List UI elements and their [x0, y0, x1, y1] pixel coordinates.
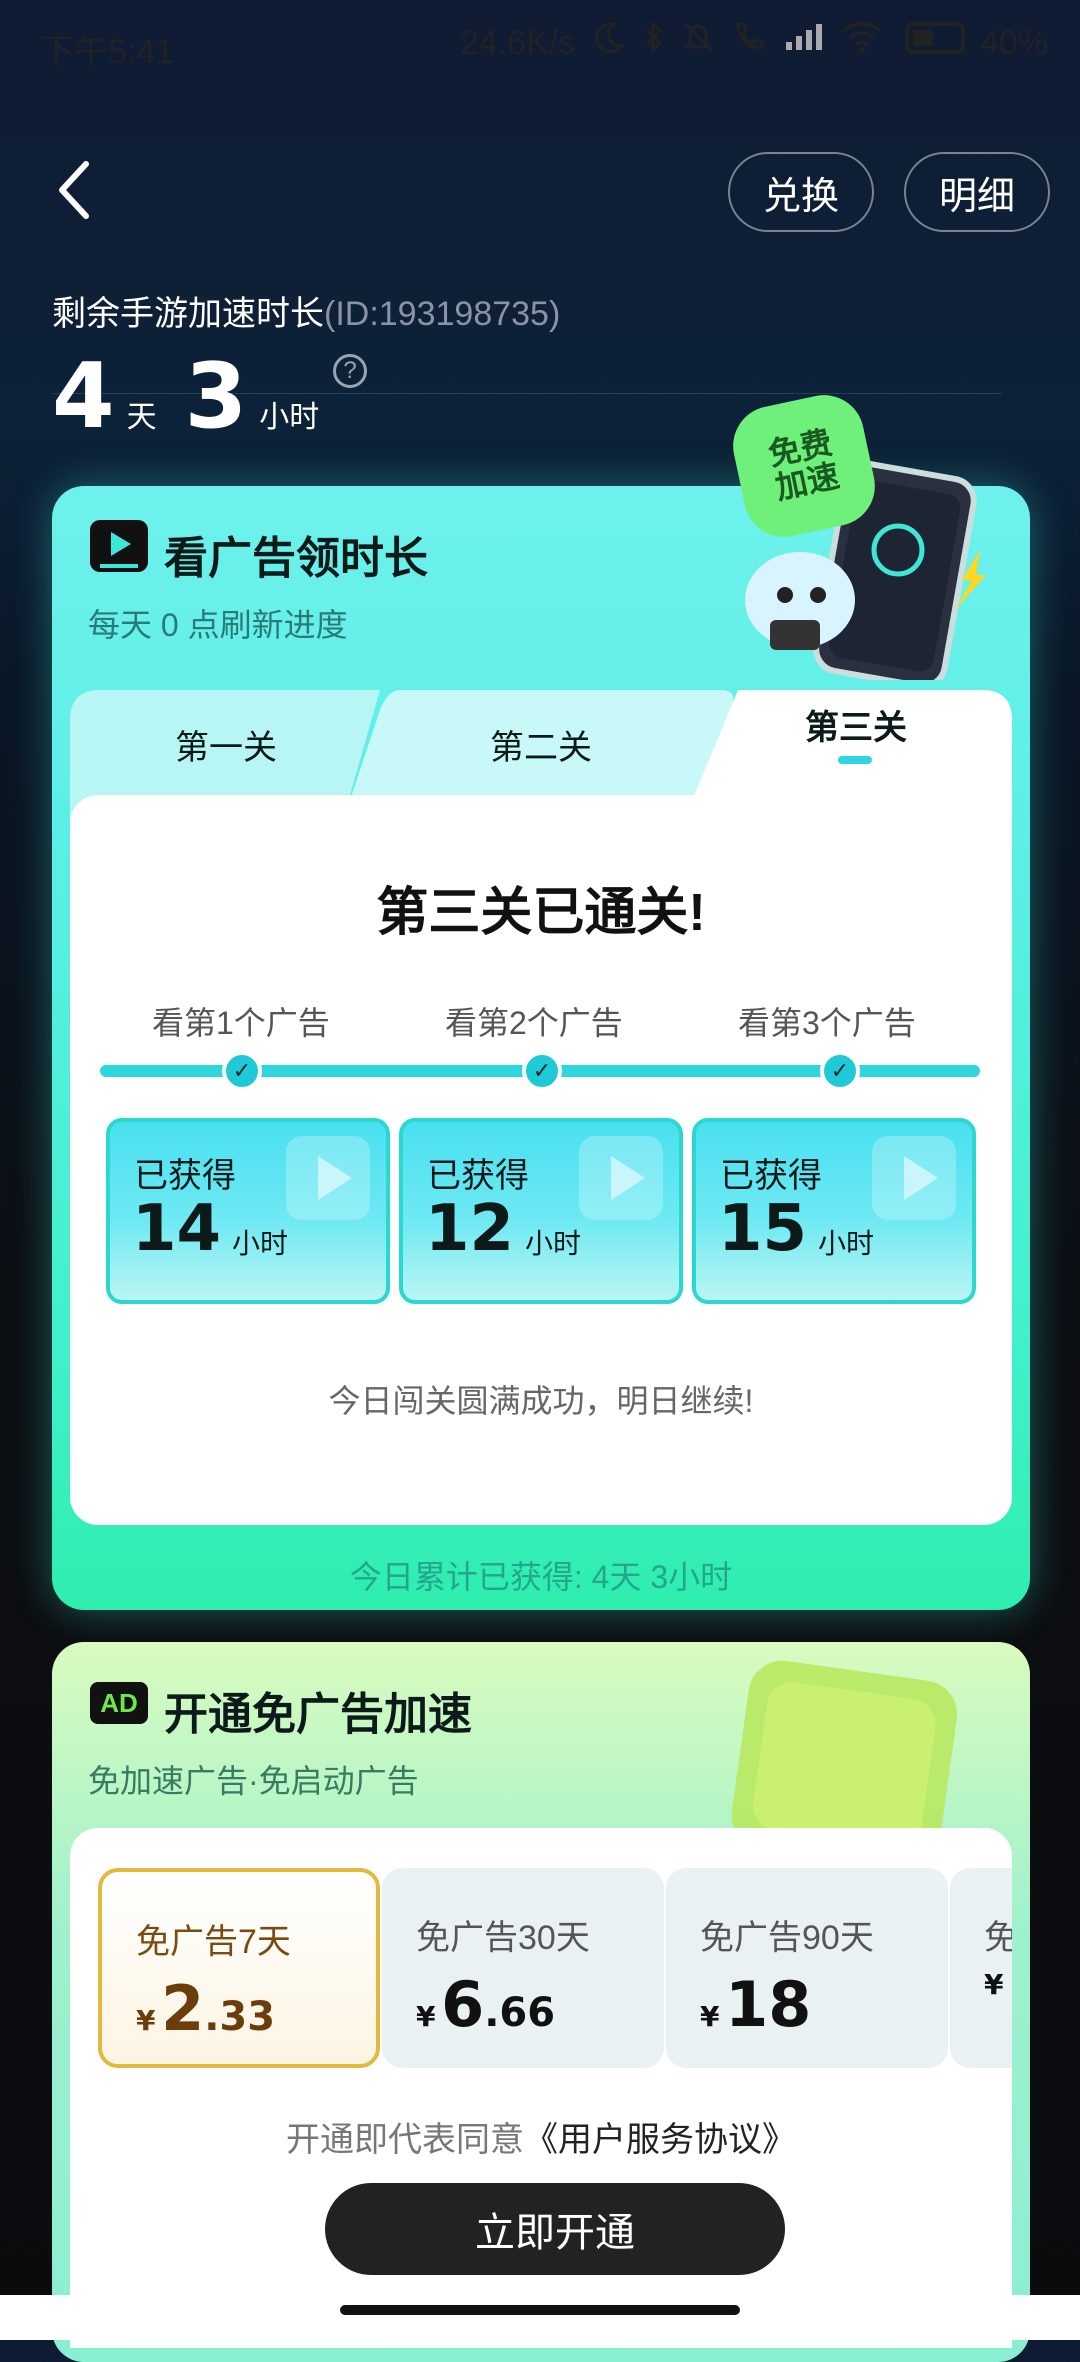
status-bar: 下午5:41 24.6K/s 40% — [0, 0, 1080, 90]
play-icon — [286, 1136, 370, 1220]
open-now-button[interactable]: 立即开通 — [325, 2183, 785, 2275]
reward-value: 15 — [718, 1192, 808, 1266]
reward-unit: 小时 — [818, 1228, 875, 1259]
hours-value: 3 — [184, 344, 248, 449]
reward-value: 12 — [425, 1192, 515, 1266]
plan-7-days[interactable]: 免广告7天 ¥ 2.33 — [98, 1868, 380, 2068]
plans-scroller[interactable]: 免广告7天 ¥ 2.33 免广告30天 ¥ 6.66 免广告90天 ¥ 18 免… — [70, 1848, 1012, 2088]
check-icon: ✓ — [222, 1051, 262, 1091]
plan-90-days[interactable]: 免广告90天 ¥ 18 — [666, 1868, 948, 2068]
plan-name: 免广告30天 — [416, 1919, 590, 1957]
today-total: 今日累计已获得: 4天 3小时 — [349, 1559, 733, 1595]
signal-icon — [786, 24, 822, 50]
step-1-label: 看第1个广告 — [152, 1005, 330, 1041]
plan-price: ¥ 6.66 — [416, 1968, 556, 2041]
call-icon — [736, 22, 764, 50]
moon-icon — [595, 22, 626, 54]
agreement-text: 开通即代表同意《用户服务协议》 — [70, 2112, 1012, 2161]
tab-level-2[interactable]: 第二关 — [490, 720, 592, 769]
reward-value: 14 — [132, 1192, 222, 1266]
nav-bar — [0, 2295, 1080, 2340]
ad-free-title: 开通免广告加速 — [164, 1690, 472, 1739]
days-value: 4 — [52, 344, 115, 449]
remaining-label: 剩余手游加速时长 — [52, 295, 324, 333]
reward-label: 已获得 — [427, 1157, 529, 1195]
mute-icon — [683, 21, 713, 53]
plan-name: 免广告90天 — [700, 1919, 874, 1957]
agreement-link[interactable]: 《用户服务协议》 — [524, 2121, 796, 2159]
exchange-button[interactable]: 兑换 — [728, 152, 874, 232]
plan-name: 免 — [984, 1919, 1012, 1957]
home-indicator[interactable] — [340, 2305, 740, 2315]
reward-card-1: 已获得 14 小时 — [106, 1118, 390, 1304]
plan-price: ¥ 2.33 — [136, 1972, 276, 2045]
check-icon: ✓ — [820, 1051, 860, 1091]
ads-card-subtitle: 每天 0 点刷新进度 — [88, 607, 348, 643]
play-icon — [872, 1136, 956, 1220]
battery-percent: 40% — [980, 24, 1049, 62]
agreement-prefix: 开通即代表同意 — [286, 2121, 524, 2159]
status-time: 下午5:41 — [40, 33, 175, 71]
plan-more[interactable]: 免 ¥ — [950, 1868, 1012, 2068]
active-tab-indicator — [838, 756, 872, 764]
reward-card-2: 已获得 12 小时 — [399, 1118, 683, 1304]
play-icon — [579, 1136, 663, 1220]
bluetooth-icon — [645, 20, 663, 54]
tab-level-1[interactable]: 第一关 — [175, 720, 277, 769]
check-icon: ✓ — [522, 1051, 562, 1091]
wifi-icon — [842, 22, 882, 53]
plan-price: ¥ — [984, 1968, 1004, 2001]
back-arrow-icon[interactable] — [50, 150, 110, 230]
step-3-label: 看第3个广告 — [738, 1005, 916, 1041]
remaining-time-value: 4 天 3 小时 — [52, 352, 319, 442]
days-unit: 天 — [126, 401, 157, 434]
reward-label: 已获得 — [134, 1157, 236, 1195]
hours-unit: 小时 — [259, 401, 320, 434]
user-id: (ID:193198735) — [324, 295, 561, 333]
tv-play-icon — [90, 520, 148, 572]
reward-label: 已获得 — [720, 1157, 822, 1195]
tab-level-3[interactable]: 第三关 — [805, 700, 907, 749]
level-status-heading: 第三关已通关! — [376, 884, 706, 942]
remaining-time-label: 剩余手游加速时长(ID:193198735) — [52, 286, 560, 335]
complete-message: 今日闯关圆满成功，明日继续! — [328, 1383, 754, 1419]
reward-unit: 小时 — [525, 1228, 582, 1259]
reward-card-3: 已获得 15 小时 — [692, 1118, 976, 1304]
plan-price: ¥ 18 — [700, 1968, 812, 2041]
status-icons — [592, 20, 882, 54]
detail-button[interactable]: 明细 — [904, 152, 1050, 232]
step-2-label: 看第2个广告 — [445, 1005, 623, 1041]
ads-card-title: 看广告领时长 — [164, 534, 428, 583]
battery-icon — [905, 22, 965, 54]
network-speed: 24.6K/s — [460, 24, 576, 62]
plan-name: 免广告7天 — [136, 1923, 291, 1961]
ad-icon: AD — [90, 1682, 148, 1724]
ad-free-subtitle: 免加速广告·免启动广告 — [88, 1763, 419, 1799]
plan-30-days[interactable]: 免广告30天 ¥ 6.66 — [382, 1868, 664, 2068]
reward-unit: 小时 — [232, 1228, 289, 1259]
help-icon[interactable]: ? — [333, 354, 367, 388]
divider — [52, 393, 1002, 394]
